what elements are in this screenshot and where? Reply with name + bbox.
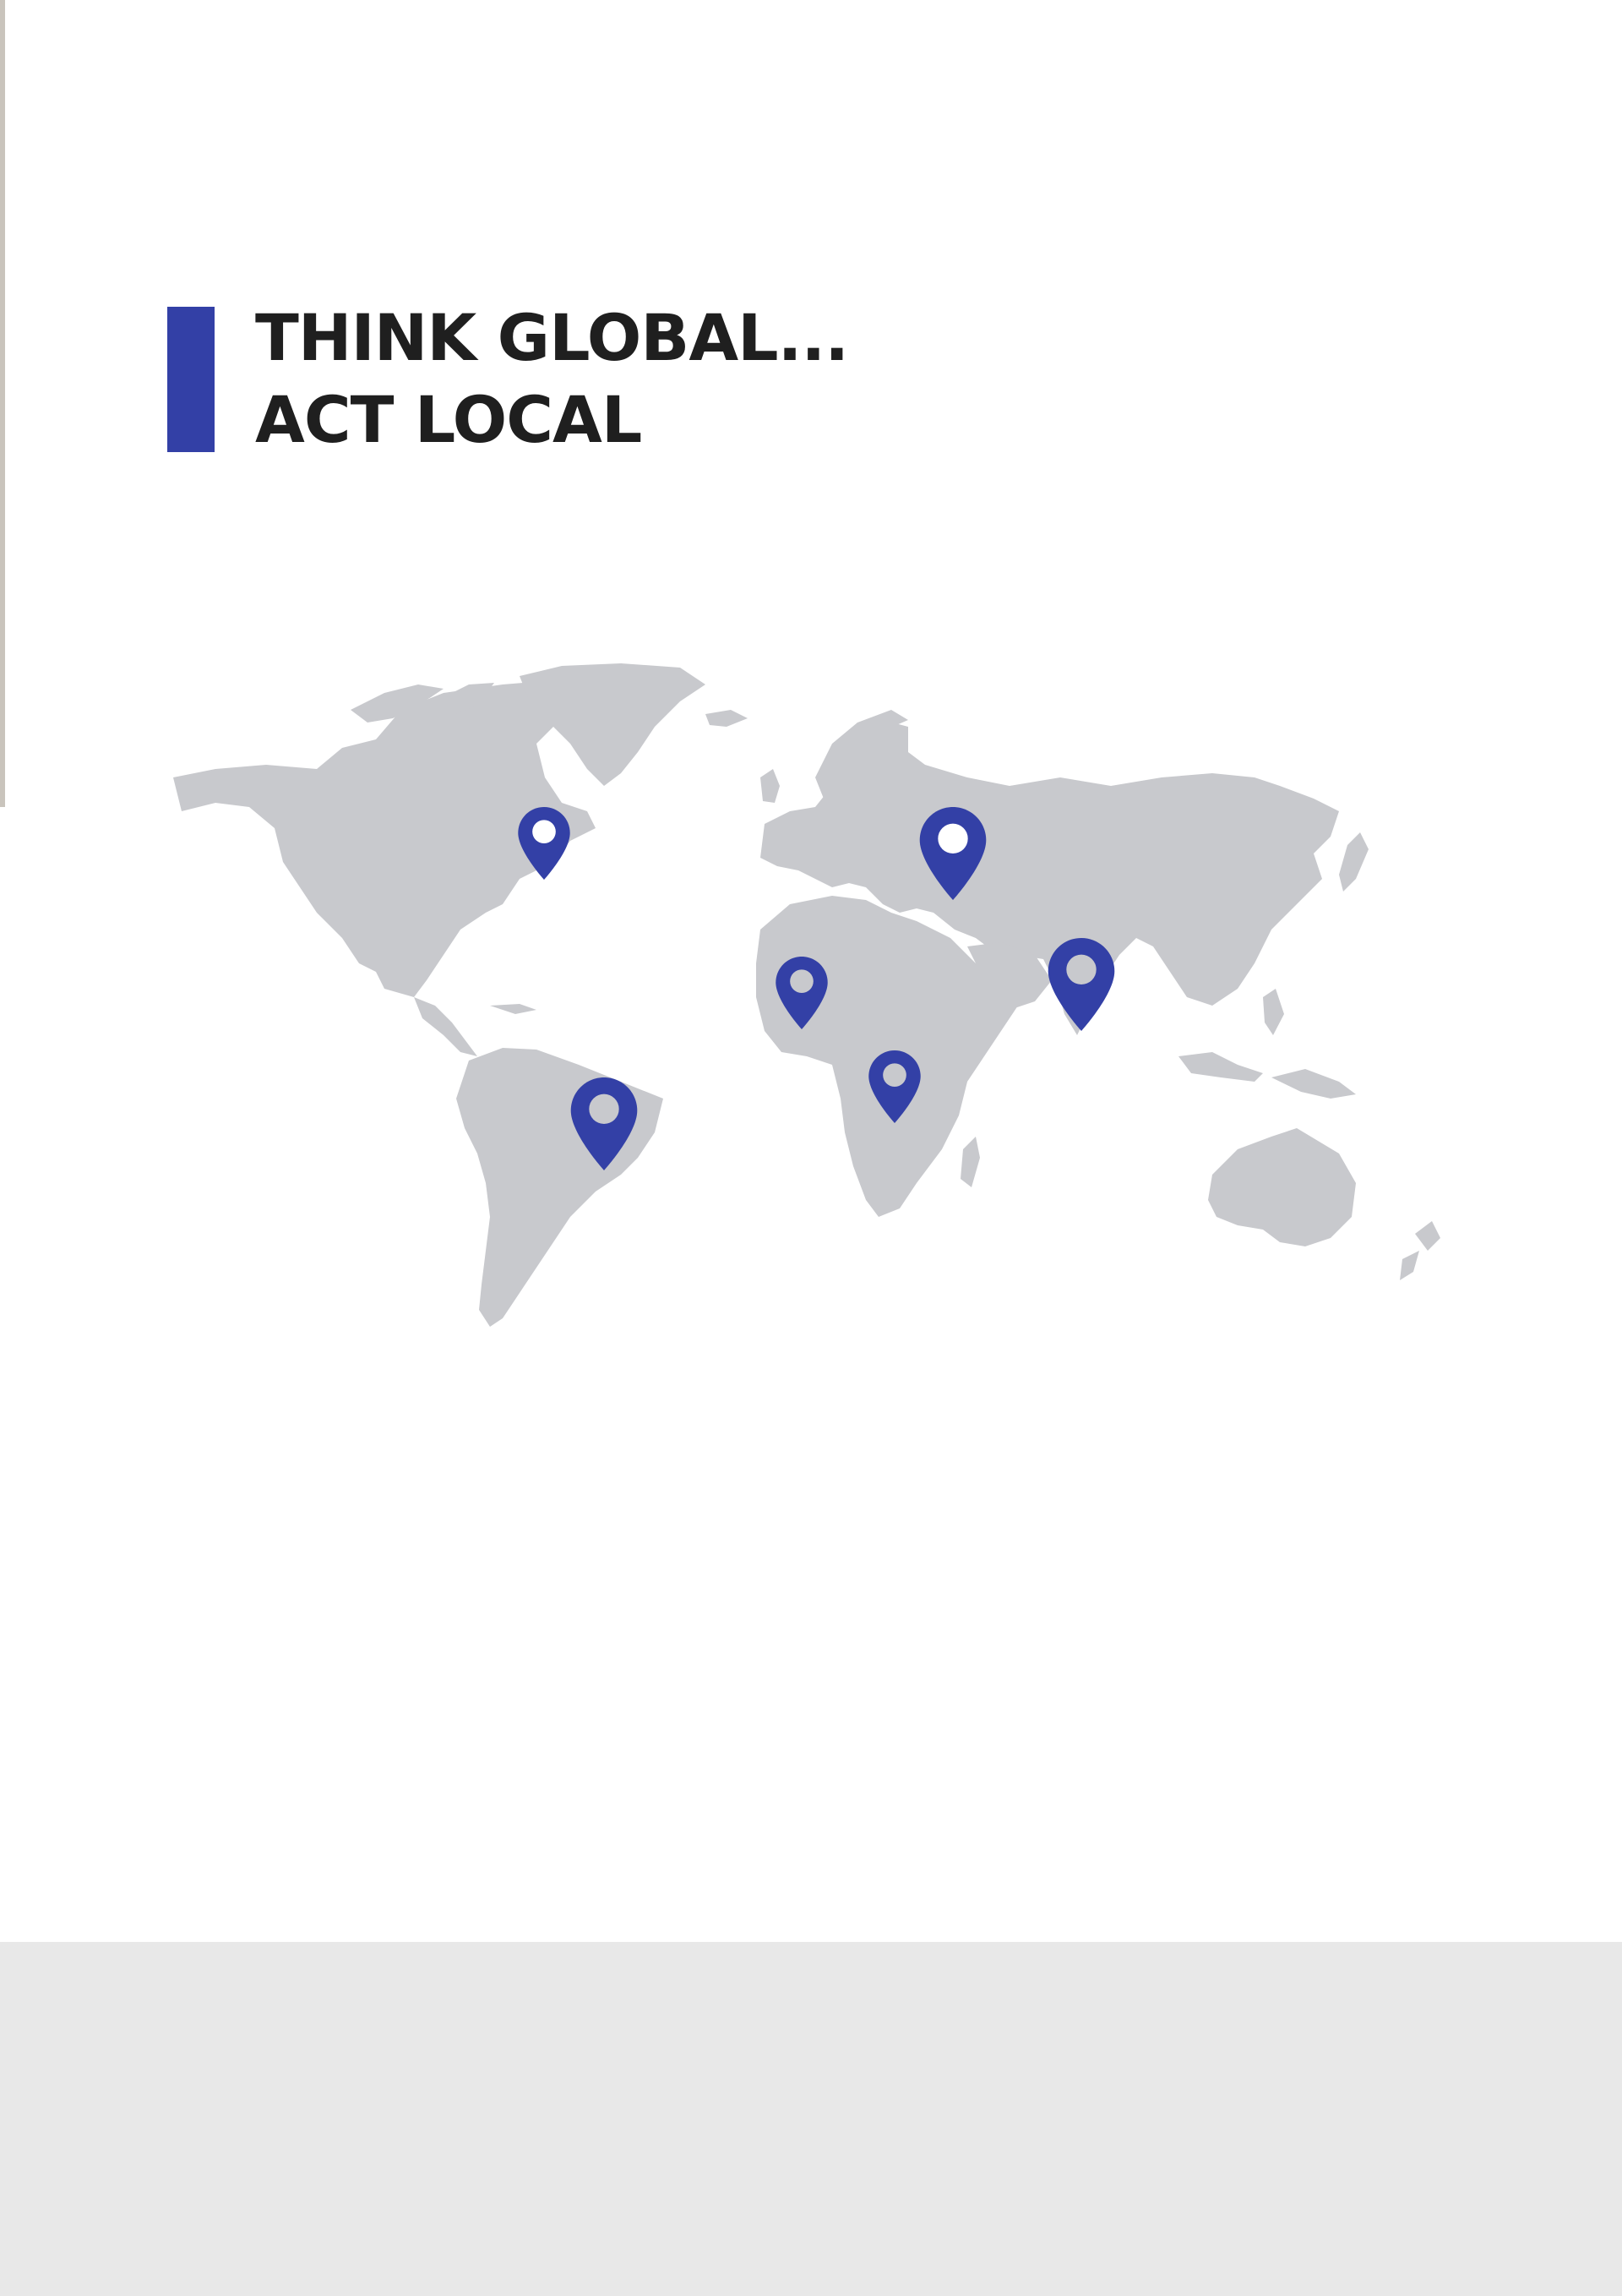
heading-accent-bar — [167, 307, 215, 452]
heading-line-1: THINK GLOBAL... — [255, 300, 849, 375]
landmass-australia — [1208, 1128, 1356, 1246]
landmass-southeast-asia — [1178, 1052, 1263, 1082]
landmass-japan — [1339, 832, 1369, 892]
landmass-indonesia — [1271, 1069, 1356, 1099]
report-page: THINK GLOBAL... ACT LOCAL — [0, 0, 1622, 2296]
landmass-uk — [760, 769, 780, 803]
landmass-iceland — [705, 710, 748, 727]
landmass-south-america — [456, 1048, 663, 1327]
heading-text: THINK GLOBAL... ACT LOCAL — [255, 300, 849, 461]
landmass-madagascar — [961, 1137, 980, 1187]
footer-band — [0, 1942, 1622, 2296]
landmass-new-zealand — [1415, 1221, 1440, 1251]
landmass-new-zealand-2 — [1400, 1251, 1419, 1280]
landmass-central-america — [414, 997, 477, 1056]
world-map — [165, 659, 1508, 1335]
landmass-caribbean — [490, 1004, 536, 1014]
landmass-philippines — [1263, 989, 1284, 1035]
page-edge-strip — [0, 0, 5, 807]
world-map-graphic — [173, 663, 1440, 1327]
map-pin-south-asia-icon — [1048, 938, 1115, 1031]
heading-line-2: ACT LOCAL — [255, 382, 642, 457]
